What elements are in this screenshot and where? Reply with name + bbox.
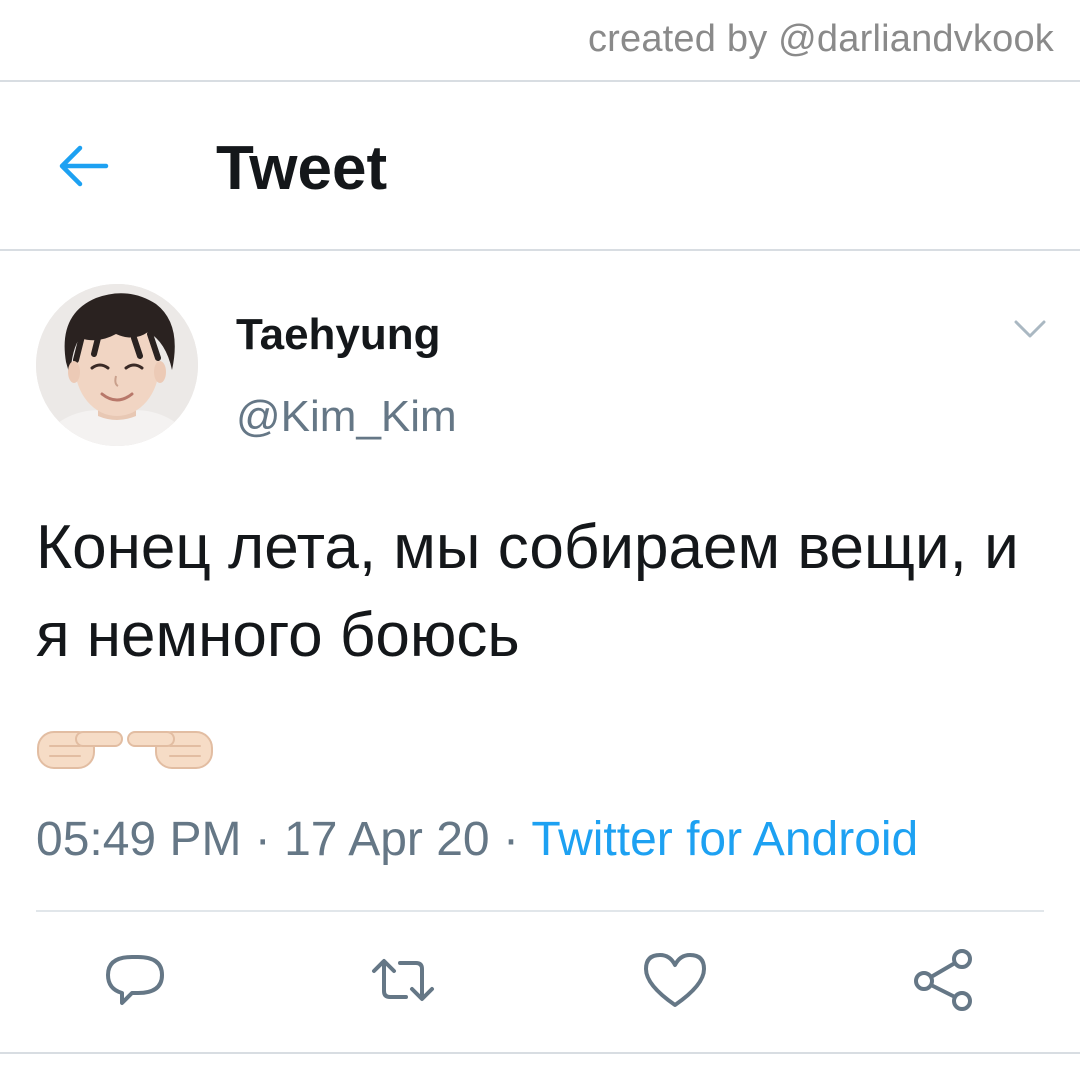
retweet-icon <box>372 959 434 1001</box>
tweet-text: Конец лета, мы собираем вещи, и я немног… <box>36 513 1019 670</box>
tweet-header: Tweet <box>0 82 1080 249</box>
tweet-time: 05:49 PM <box>36 813 242 866</box>
share-button[interactable] <box>908 945 978 1015</box>
meta-separator: · <box>489 813 532 866</box>
share-icon <box>914 949 972 1011</box>
tweet-source-link[interactable]: Twitter for Android <box>531 813 918 866</box>
tweet-metadata: 05:49 PM · 17 Apr 20 · Twitter for Andro… <box>36 812 918 867</box>
like-button[interactable] <box>640 945 710 1015</box>
tweet-options-button[interactable] <box>1010 312 1050 346</box>
back-button[interactable] <box>52 134 116 198</box>
chevron-down-icon <box>1014 320 1046 338</box>
reply-icon <box>106 955 164 1005</box>
tweet-emoji <box>36 712 216 772</box>
avatar-image <box>36 284 198 446</box>
heart-icon <box>644 953 706 1007</box>
author-display-name[interactable]: Taehyung <box>236 310 441 360</box>
pointing-fingers-icon <box>37 731 213 769</box>
page-title: Tweet <box>216 134 388 203</box>
meta-separator: · <box>241 813 285 866</box>
tweet-actions-bar <box>0 945 1080 1015</box>
arrow-left-icon <box>59 145 109 187</box>
avatar[interactable] <box>36 284 198 446</box>
watermark-text: created by @darliandvkook <box>587 18 1054 60</box>
divider <box>0 249 1080 251</box>
tweet-date: 17 Apr 20 <box>284 813 490 866</box>
author-handle[interactable]: @Kim_Kim <box>236 392 457 442</box>
divider <box>36 910 1044 912</box>
reply-button[interactable] <box>100 945 170 1015</box>
divider <box>0 1052 1080 1054</box>
retweet-button[interactable] <box>368 945 438 1015</box>
